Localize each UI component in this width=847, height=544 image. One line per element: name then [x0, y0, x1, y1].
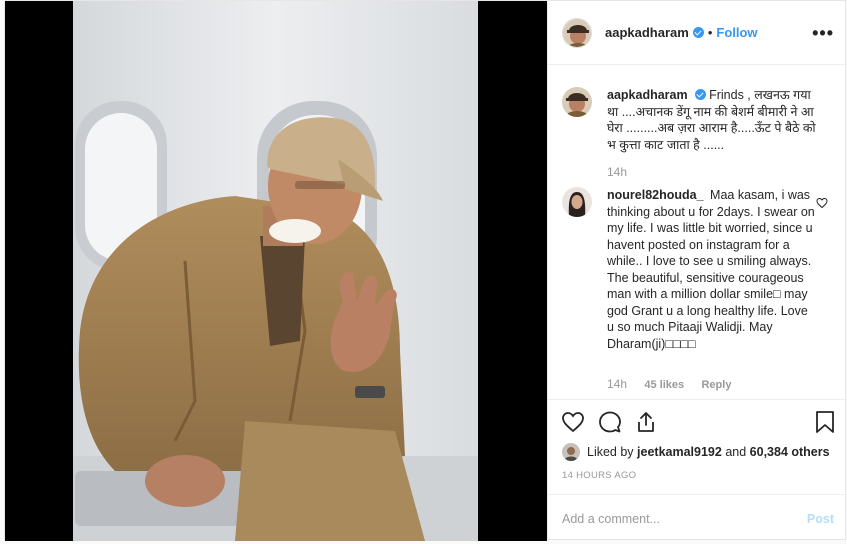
caption-time[interactable]: 14h [607, 165, 627, 179]
heart-icon[interactable] [561, 410, 585, 434]
likes-summary: Liked by jeetkamal9192 and 60,384 others [562, 443, 830, 461]
post-card: aapkadharam • Follow ••• aapkadharam Fri… [4, 0, 847, 541]
post-side-panel: aapkadharam • Follow ••• aapkadharam Fri… [547, 1, 847, 541]
liked-and: and [725, 445, 747, 459]
reply-button[interactable]: Reply [701, 379, 731, 391]
comment-like-heart-icon[interactable] [816, 197, 828, 209]
post-header: aapkadharam • Follow ••• [548, 1, 847, 65]
comment-icon[interactable] [598, 410, 622, 434]
comment-likes[interactable]: 45 likes [644, 379, 684, 391]
caption-username[interactable]: aapkadharam [607, 88, 688, 102]
post-image [5, 1, 547, 541]
author-username[interactable]: aapkadharam [605, 25, 689, 40]
follow-button[interactable]: Follow [716, 25, 757, 40]
comment-time[interactable]: 14h [607, 377, 627, 391]
liker-avatar[interactable] [562, 443, 580, 461]
more-options-icon[interactable]: ••• [812, 23, 834, 44]
caption-body: aapkadharam Frinds , लखनऊ गया था ....अचा… [607, 87, 817, 153]
comment-meta: 14h 45 likes Reply [607, 377, 745, 391]
comments-section[interactable]: aapkadharam Frinds , लखनऊ गया था ....अचा… [548, 66, 847, 399]
comment-text: Maa kasam, i was thinking about u for 2d… [607, 188, 815, 351]
caption-meta: 14h [607, 165, 641, 179]
add-comment-input[interactable] [562, 511, 807, 526]
avatar-image [562, 87, 592, 117]
author-avatar[interactable] [562, 17, 592, 48]
separator-dot: • [707, 25, 713, 40]
page: aapkadharam • Follow ••• aapkadharam Fri… [0, 0, 847, 544]
share-icon[interactable] [634, 410, 658, 434]
add-comment-bar: Post [548, 494, 847, 542]
post-actions: Liked by jeetkamal9192 and 60,384 others… [548, 399, 847, 541]
liker-username[interactable]: jeetkamal9192 [637, 445, 722, 459]
likes-others-count[interactable]: 60,384 others [750, 445, 830, 459]
avatar-image [562, 443, 580, 461]
caption-avatar[interactable] [562, 87, 592, 117]
comment-username[interactable]: nourel82houda_ [607, 188, 704, 202]
comment-body: nourel82houda_ Maa kasam, i was thinking… [607, 187, 817, 352]
liked-by-prefix: Liked by [587, 445, 634, 459]
verified-badge-icon [692, 27, 704, 38]
bookmark-icon[interactable] [814, 410, 836, 434]
post-photo[interactable] [5, 1, 547, 541]
post-timestamp[interactable]: 14 HOURS AGO [562, 470, 636, 481]
post-comment-button[interactable]: Post [807, 512, 834, 526]
avatar-image [562, 187, 592, 217]
verified-badge-icon [694, 89, 706, 100]
commenter-avatar[interactable] [562, 187, 592, 217]
avatar-image [563, 18, 591, 47]
